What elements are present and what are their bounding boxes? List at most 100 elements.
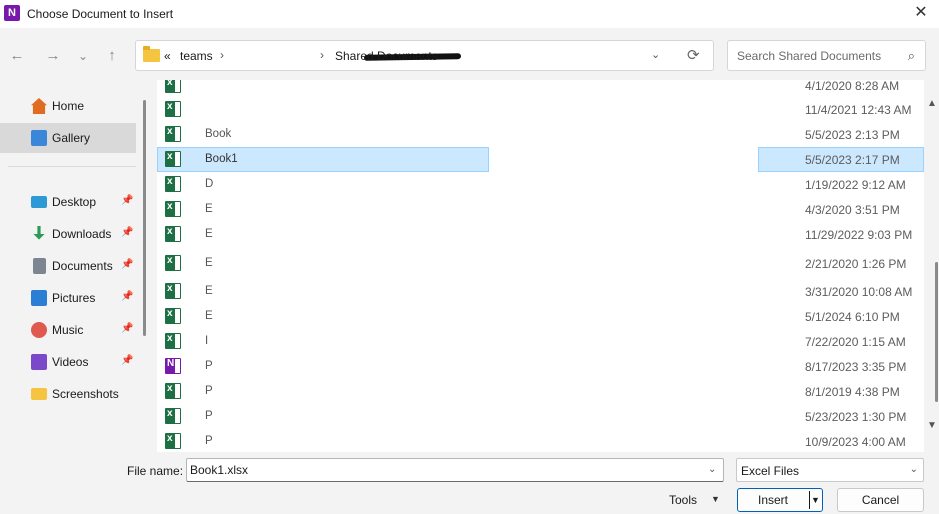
sidebar-item-label: Desktop bbox=[52, 195, 97, 209]
address-bar[interactable]: « teams › › Shared Documents ⌄ ⟳ bbox=[135, 40, 714, 71]
up-button[interactable]: ↑ bbox=[101, 45, 123, 67]
excel-file-icon bbox=[165, 283, 181, 299]
scroll-down-arrow[interactable]: ▼ bbox=[927, 420, 937, 431]
sidebar-item-downloads[interactable]: Downloads 📌 bbox=[0, 219, 136, 249]
file-name: Book1 bbox=[205, 153, 238, 165]
pin-icon[interactable]: 📌 bbox=[121, 259, 133, 270]
breadcrumb-teams[interactable]: teams bbox=[180, 49, 213, 63]
list-item[interactable]: I 7/22/2020 1:15 AM bbox=[157, 329, 924, 354]
file-date: 5/1/2024 6:10 PM bbox=[805, 310, 900, 324]
window-title: Choose Document to Insert bbox=[27, 7, 174, 21]
file-name: E bbox=[205, 228, 213, 240]
file-name: P bbox=[205, 410, 213, 422]
downloads-icon bbox=[33, 226, 45, 240]
list-item[interactable]: E 4/3/2020 3:51 PM bbox=[157, 197, 924, 222]
search-input[interactable]: Search Shared Documents ⌕ bbox=[727, 40, 926, 71]
chevron-down-icon: ⌄ bbox=[909, 464, 918, 475]
insert-button[interactable]: Insert ▼ bbox=[737, 488, 823, 512]
list-item[interactable]: P 10/9/2023 4:00 AM bbox=[157, 429, 924, 452]
scrollbar-thumb[interactable] bbox=[935, 262, 938, 402]
pin-icon[interactable]: 📌 bbox=[121, 355, 133, 366]
excel-file-icon bbox=[165, 201, 181, 217]
desktop-icon bbox=[31, 196, 47, 208]
tools-caret-icon[interactable]: ▼ bbox=[711, 494, 720, 504]
sidebar-item-gallery[interactable]: Gallery bbox=[0, 123, 136, 153]
file-date: 5/23/2023 1:30 PM bbox=[805, 410, 907, 424]
list-item[interactable]: P 5/23/2023 1:30 PM bbox=[157, 404, 924, 429]
file-name: E bbox=[205, 203, 213, 215]
list-item[interactable]: Book 5/5/2023 2:13 PM bbox=[157, 122, 924, 147]
navigation-toolbar: ← → ⌄ ↑ « teams › › Shared Documents ⌄ ⟳… bbox=[0, 28, 939, 86]
excel-file-icon bbox=[165, 151, 181, 167]
chevron-down-icon[interactable]: ⌄ bbox=[708, 464, 716, 475]
sidebar-item-desktop[interactable]: Desktop 📌 bbox=[0, 187, 136, 217]
back-button[interactable]: ← bbox=[6, 45, 28, 67]
cancel-button[interactable]: Cancel bbox=[837, 488, 924, 512]
insert-options-caret-icon[interactable]: ▼ bbox=[811, 489, 820, 511]
excel-file-icon bbox=[165, 80, 181, 93]
file-name-label: File name: bbox=[127, 464, 184, 478]
refresh-icon[interactable]: ⟳ bbox=[687, 46, 700, 64]
sidebar-scrollbar[interactable] bbox=[143, 100, 146, 336]
title-bar: N Choose Document to Insert ✕ bbox=[0, 0, 939, 28]
close-button[interactable]: ✕ bbox=[911, 3, 931, 23]
chevron-down-icon[interactable]: ⌄ bbox=[651, 48, 660, 61]
sidebar-item-home[interactable]: Home bbox=[0, 91, 136, 121]
file-type-select[interactable]: Excel Files ⌄ bbox=[736, 458, 924, 482]
file-name: E bbox=[205, 310, 213, 322]
pin-icon[interactable]: 📌 bbox=[121, 195, 133, 206]
search-icon[interactable]: ⌕ bbox=[908, 48, 915, 64]
list-item[interactable]: P 8/1/2019 4:38 PM bbox=[157, 379, 924, 404]
sidebar-item-label: Downloads bbox=[52, 227, 112, 241]
file-name: P bbox=[205, 360, 213, 372]
breadcrumb-separator[interactable]: › bbox=[320, 48, 324, 62]
list-item[interactable]: E 11/29/2022 9:03 PM bbox=[157, 222, 924, 247]
sidebar-item-documents[interactable]: Documents 📌 bbox=[0, 251, 136, 281]
sidebar-item-videos[interactable]: Videos 📌 bbox=[0, 347, 136, 377]
file-date: 5/5/2023 2:13 PM bbox=[805, 128, 900, 142]
list-item[interactable]: P 8/17/2023 3:35 PM bbox=[157, 354, 924, 379]
file-date: 2/21/2020 1:26 PM bbox=[805, 257, 907, 271]
forward-button[interactable]: → bbox=[42, 45, 64, 67]
tools-menu[interactable]: Tools bbox=[669, 493, 697, 507]
pin-icon[interactable]: 📌 bbox=[121, 323, 133, 334]
recent-locations-button[interactable]: ⌄ bbox=[72, 45, 94, 67]
breadcrumb-shared-documents[interactable]: Shared Documents bbox=[335, 49, 438, 63]
sidebar-item-music[interactable]: Music 📌 bbox=[0, 315, 136, 345]
pictures-icon bbox=[31, 290, 47, 306]
scroll-up-arrow[interactable]: ▲ bbox=[927, 98, 937, 109]
file-name: E bbox=[205, 257, 213, 269]
file-date: 4/1/2020 8:28 AM bbox=[805, 80, 900, 93]
sidebar-item-screenshots[interactable]: Screenshots bbox=[0, 379, 136, 409]
file-date: 11/29/2022 9:03 PM bbox=[805, 228, 913, 242]
excel-file-icon bbox=[165, 126, 181, 142]
pin-icon[interactable]: 📌 bbox=[121, 227, 133, 238]
sidebar-item-label: Videos bbox=[52, 355, 89, 369]
file-name: E bbox=[205, 285, 213, 297]
sidebar-item-label: Music bbox=[52, 323, 84, 337]
file-list-scrollbar[interactable]: ▲ ▼ bbox=[924, 86, 939, 452]
gallery-icon bbox=[31, 130, 47, 146]
excel-file-icon bbox=[165, 383, 181, 399]
search-placeholder: Search Shared Documents bbox=[737, 49, 882, 63]
navigation-pane: Home Gallery Desktop 📌 Downloads 📌 Docum… bbox=[0, 86, 152, 452]
list-item[interactable]: E 2/21/2020 1:26 PM bbox=[157, 251, 924, 276]
split-divider bbox=[809, 491, 810, 509]
list-item[interactable]: 11/4/2021 12:43 AM bbox=[157, 97, 924, 122]
excel-file-icon bbox=[165, 308, 181, 324]
list-item[interactable]: E 3/31/2020 10:08 AM bbox=[157, 279, 924, 304]
excel-file-icon bbox=[165, 433, 181, 449]
excel-file-icon bbox=[165, 408, 181, 424]
pin-icon[interactable]: 📌 bbox=[121, 291, 133, 302]
file-date: 10/9/2023 4:00 AM bbox=[805, 435, 906, 449]
breadcrumb-overflow[interactable]: « bbox=[164, 49, 171, 63]
list-item[interactable]: E 5/1/2024 6:10 PM bbox=[157, 304, 924, 329]
list-item-selected[interactable]: Book1 5/5/2023 2:17 PM bbox=[157, 147, 924, 172]
breadcrumb-separator[interactable]: › bbox=[220, 48, 224, 62]
sidebar-item-pictures[interactable]: Pictures 📌 bbox=[0, 283, 136, 313]
sidebar-item-label: Pictures bbox=[52, 291, 96, 305]
file-name: P bbox=[205, 435, 213, 447]
list-item[interactable]: 4/1/2020 8:28 AM bbox=[157, 80, 924, 98]
list-item[interactable]: D 1/19/2022 9:12 AM bbox=[157, 172, 924, 197]
file-name-input[interactable] bbox=[186, 458, 724, 482]
